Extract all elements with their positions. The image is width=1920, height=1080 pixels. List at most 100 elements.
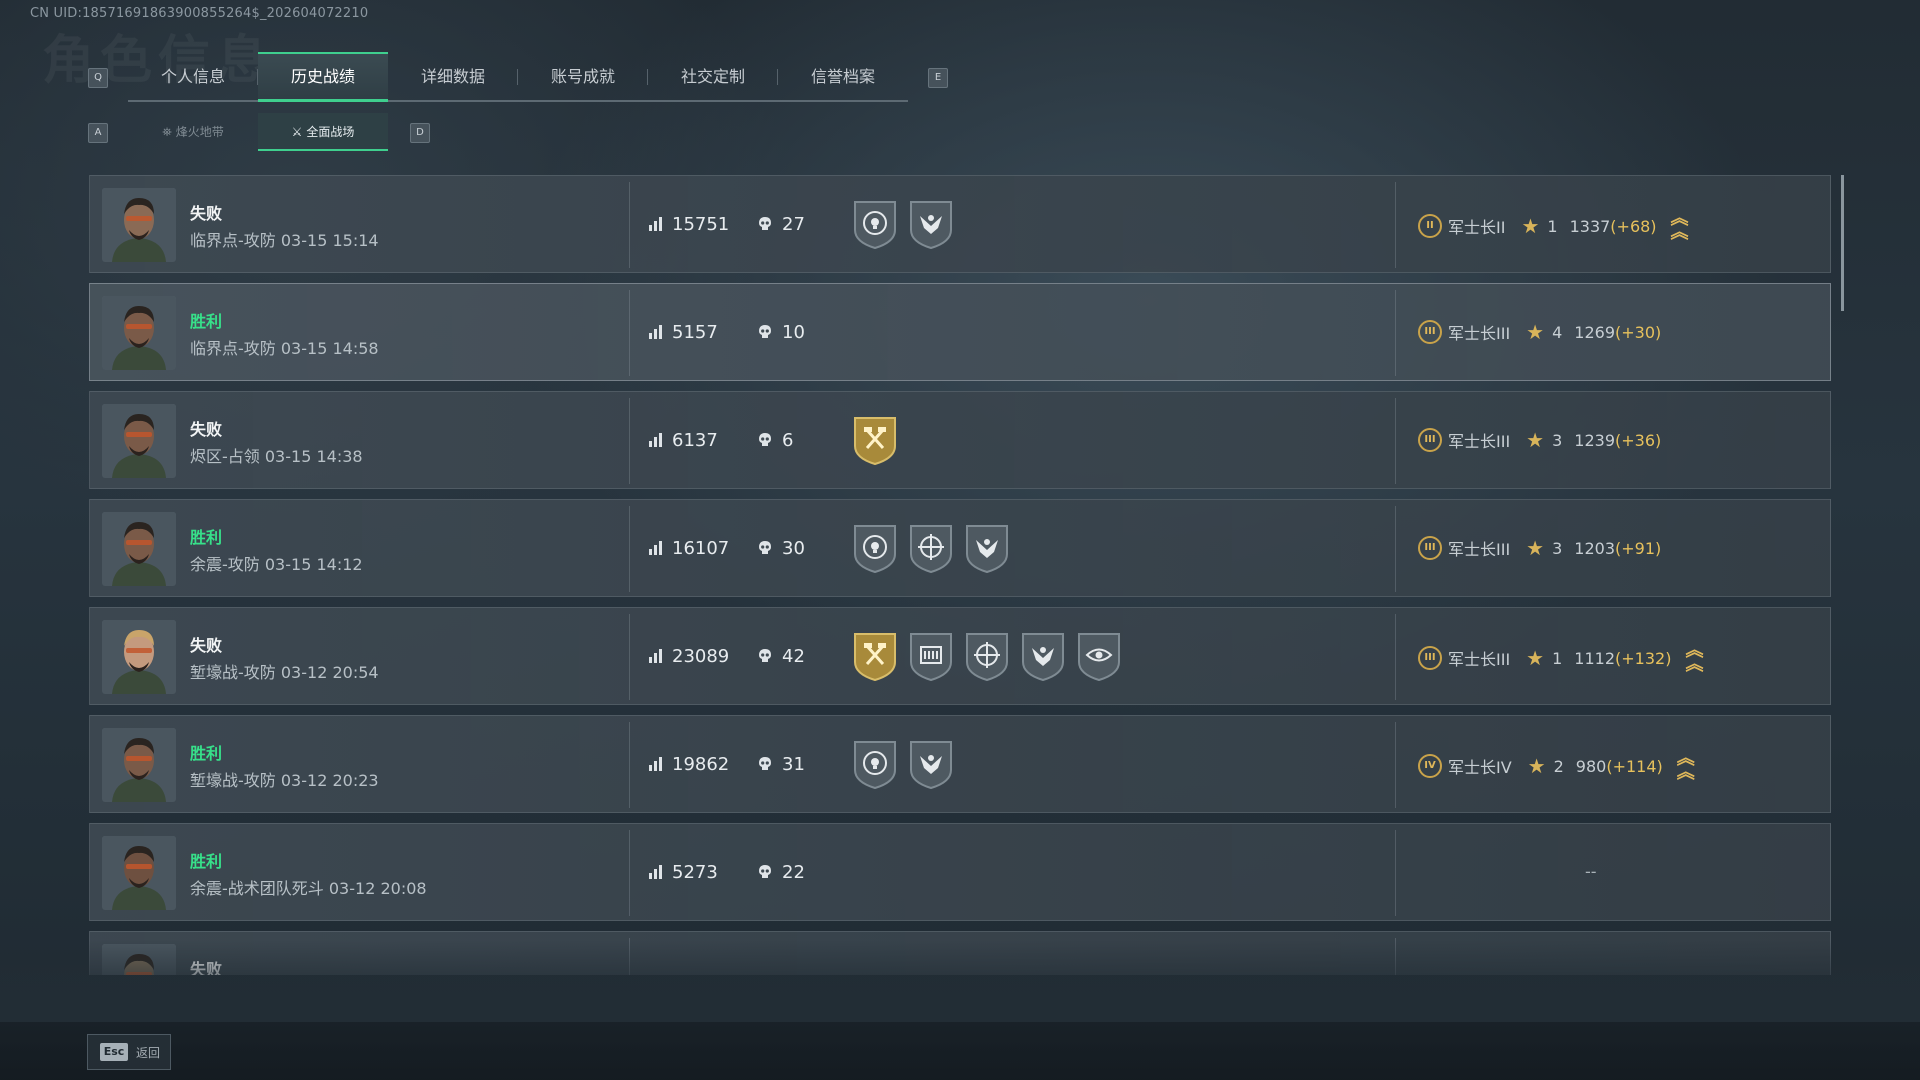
column-divider <box>1395 722 1396 808</box>
gold-hammers-badge-icon[interactable] <box>852 630 898 682</box>
column-divider <box>629 182 630 268</box>
column-divider <box>629 830 630 916</box>
match-row[interactable]: 胜利 余震-战术团队死斗 03-12 20:08 5273 22 -- <box>89 823 1831 921</box>
crosshair-badge-icon[interactable] <box>908 522 954 574</box>
match-row[interactable]: 胜利 堑壕战-攻防 03-12 20:23 19862 31 IV 军士长IV … <box>89 715 1831 813</box>
rank-info: III 军士长III ★ 4 1269(+30) <box>1418 320 1661 344</box>
score-value: 16107 <box>672 538 730 559</box>
match-score: 23089 <box>648 646 729 667</box>
skull-target-badge-icon[interactable] <box>852 198 898 250</box>
points-value: 1269 <box>1574 322 1616 342</box>
skull-icon <box>759 217 771 230</box>
skull-icon <box>759 757 771 770</box>
map-mode: 余震-战术团队死斗 <box>190 879 324 898</box>
crate-badge-icon[interactable] <box>908 630 954 682</box>
match-kills: 6 <box>758 430 793 451</box>
points-value: 1239 <box>1574 430 1616 450</box>
match-score: 16107 <box>648 538 729 559</box>
rank-tier-icon: III <box>1418 646 1442 670</box>
medal-list <box>852 630 1132 682</box>
rank-info: II 军士长II ★ 1 1337(+68) ︽ ︽ <box>1418 210 1689 242</box>
match-row[interactable]: 胜利 余震-攻防 03-15 14:12 16107 30 III 军士长III… <box>89 499 1831 597</box>
medal-list <box>852 522 1020 574</box>
tab-label: 社交定制 <box>680 67 745 86</box>
key-hint-q[interactable]: Q <box>88 68 108 88</box>
key-hint-d[interactable]: D <box>410 123 430 143</box>
kills-value: 27 <box>782 214 805 235</box>
skull-icon <box>759 325 771 338</box>
rank-info: IV 军士长IV ★ 2 980(+114) ︽ ︽ <box>1418 750 1695 782</box>
match-time: 03-15 15:14 <box>280 231 379 250</box>
map-mode: 堑壕战-攻防 <box>190 771 276 790</box>
operator-avatar <box>102 620 176 694</box>
map-mode: 临界点-攻防 <box>190 231 276 250</box>
tab-achievements[interactable]: 账号成就 <box>518 52 648 100</box>
rank-info: III 军士长III ★ 3 1239(+36) <box>1418 428 1661 452</box>
match-info: 临界点-攻防 03-15 14:58 <box>190 335 379 359</box>
subtab-label: 全面战场 <box>306 125 355 139</box>
rank-points: 1203(+91) <box>1574 539 1661 558</box>
points-value: 1203 <box>1574 538 1616 558</box>
key-hint-a[interactable]: A <box>88 123 108 143</box>
match-time: 03-12 20:08 <box>328 879 427 898</box>
score-bars-icon <box>649 217 662 231</box>
back-button[interactable]: Esc 返回 <box>87 1034 171 1070</box>
crosshair-badge-icon[interactable] <box>964 630 1010 682</box>
match-row[interactable]: 失败 烬区-占领 03-15 14:38 6137 6 III 军士长III ★… <box>89 391 1831 489</box>
score-bars-icon <box>649 325 662 339</box>
rank-points: 1337(+68) <box>1570 217 1657 236</box>
kills-value: 10 <box>782 322 805 343</box>
operator-portrait <box>102 620 176 694</box>
rank-points: 1112(+132) <box>1574 649 1671 668</box>
operator-avatar <box>102 512 176 586</box>
points-value: 1112 <box>1574 648 1616 668</box>
tab-social-custom[interactable]: 社交定制 <box>648 52 778 100</box>
eagle-badge-icon[interactable] <box>908 738 954 790</box>
column-divider <box>1395 290 1396 376</box>
match-row[interactable]: 胜利 临界点-攻防 03-15 14:58 5157 10 III 军士长III… <box>89 283 1831 381</box>
scrollbar-thumb[interactable] <box>1841 175 1844 311</box>
operator-avatar <box>102 404 176 478</box>
tab-personal-info[interactable]: 个人信息 <box>128 52 258 100</box>
column-divider <box>629 506 630 592</box>
operator-portrait <box>102 512 176 586</box>
match-info: 堑壕战-攻防 03-12 20:54 <box>190 659 379 683</box>
rank-info: III 军士长III ★ 3 1203(+91) <box>1418 536 1661 560</box>
eagle-badge-icon[interactable] <box>964 522 1010 574</box>
eagle-badge-icon[interactable] <box>1020 630 1066 682</box>
match-row[interactable]: 失败 堑壕战-攻防 03-12 20:54 23089 42 III 军士长II… <box>89 607 1831 705</box>
column-divider <box>1395 398 1396 484</box>
tab-label: 详细数据 <box>420 67 485 86</box>
key-hint-e[interactable]: E <box>928 68 948 88</box>
back-label: 返回 <box>136 1045 161 1060</box>
skull-icon <box>759 865 771 878</box>
gold-hammers-badge-icon[interactable] <box>852 414 898 466</box>
skull-target-badge-icon[interactable] <box>852 522 898 574</box>
subtab-all-out-warfare[interactable]: ⚔ 全面战场 <box>258 113 388 151</box>
score-value: 5157 <box>672 322 718 343</box>
tab-label: 账号成就 <box>550 67 615 86</box>
rank-info: III 军士长III ★ 1 1112(+132) ︽ ︽ <box>1418 642 1703 674</box>
tab-detailed-stats[interactable]: 详细数据 <box>388 52 518 100</box>
match-info: 烬区-占领 03-15 14:38 <box>190 443 363 467</box>
score-bars-icon <box>649 541 662 555</box>
match-result: 失败 <box>190 420 223 439</box>
eagle-badge-icon[interactable] <box>908 198 954 250</box>
match-result: 失败 <box>190 636 223 655</box>
rank-name: 军士长II <box>1448 218 1506 237</box>
tab-reputation[interactable]: 信誉档案 <box>778 52 908 100</box>
rank-points: 980(+114) <box>1576 757 1663 776</box>
match-score: 6137 <box>648 430 718 451</box>
match-kills: 22 <box>758 862 805 883</box>
kills-value: 22 <box>782 862 805 883</box>
eye-badge-icon[interactable] <box>1076 630 1122 682</box>
skull-target-badge-icon[interactable] <box>852 738 898 790</box>
match-kills: 42 <box>758 646 805 667</box>
rank-points: 1239(+36) <box>1574 431 1661 450</box>
match-row[interactable]: 失败 临界点-攻防 03-15 15:14 15751 27 II 军士长II … <box>89 175 1831 273</box>
operator-avatar <box>102 296 176 370</box>
subtab-hazard-zone[interactable]: ⛯ 烽火地带 <box>128 113 258 151</box>
tab-match-history[interactable]: 历史战绩 <box>258 52 388 102</box>
match-kills: 30 <box>758 538 805 559</box>
points-delta: (+36) <box>1615 430 1662 450</box>
